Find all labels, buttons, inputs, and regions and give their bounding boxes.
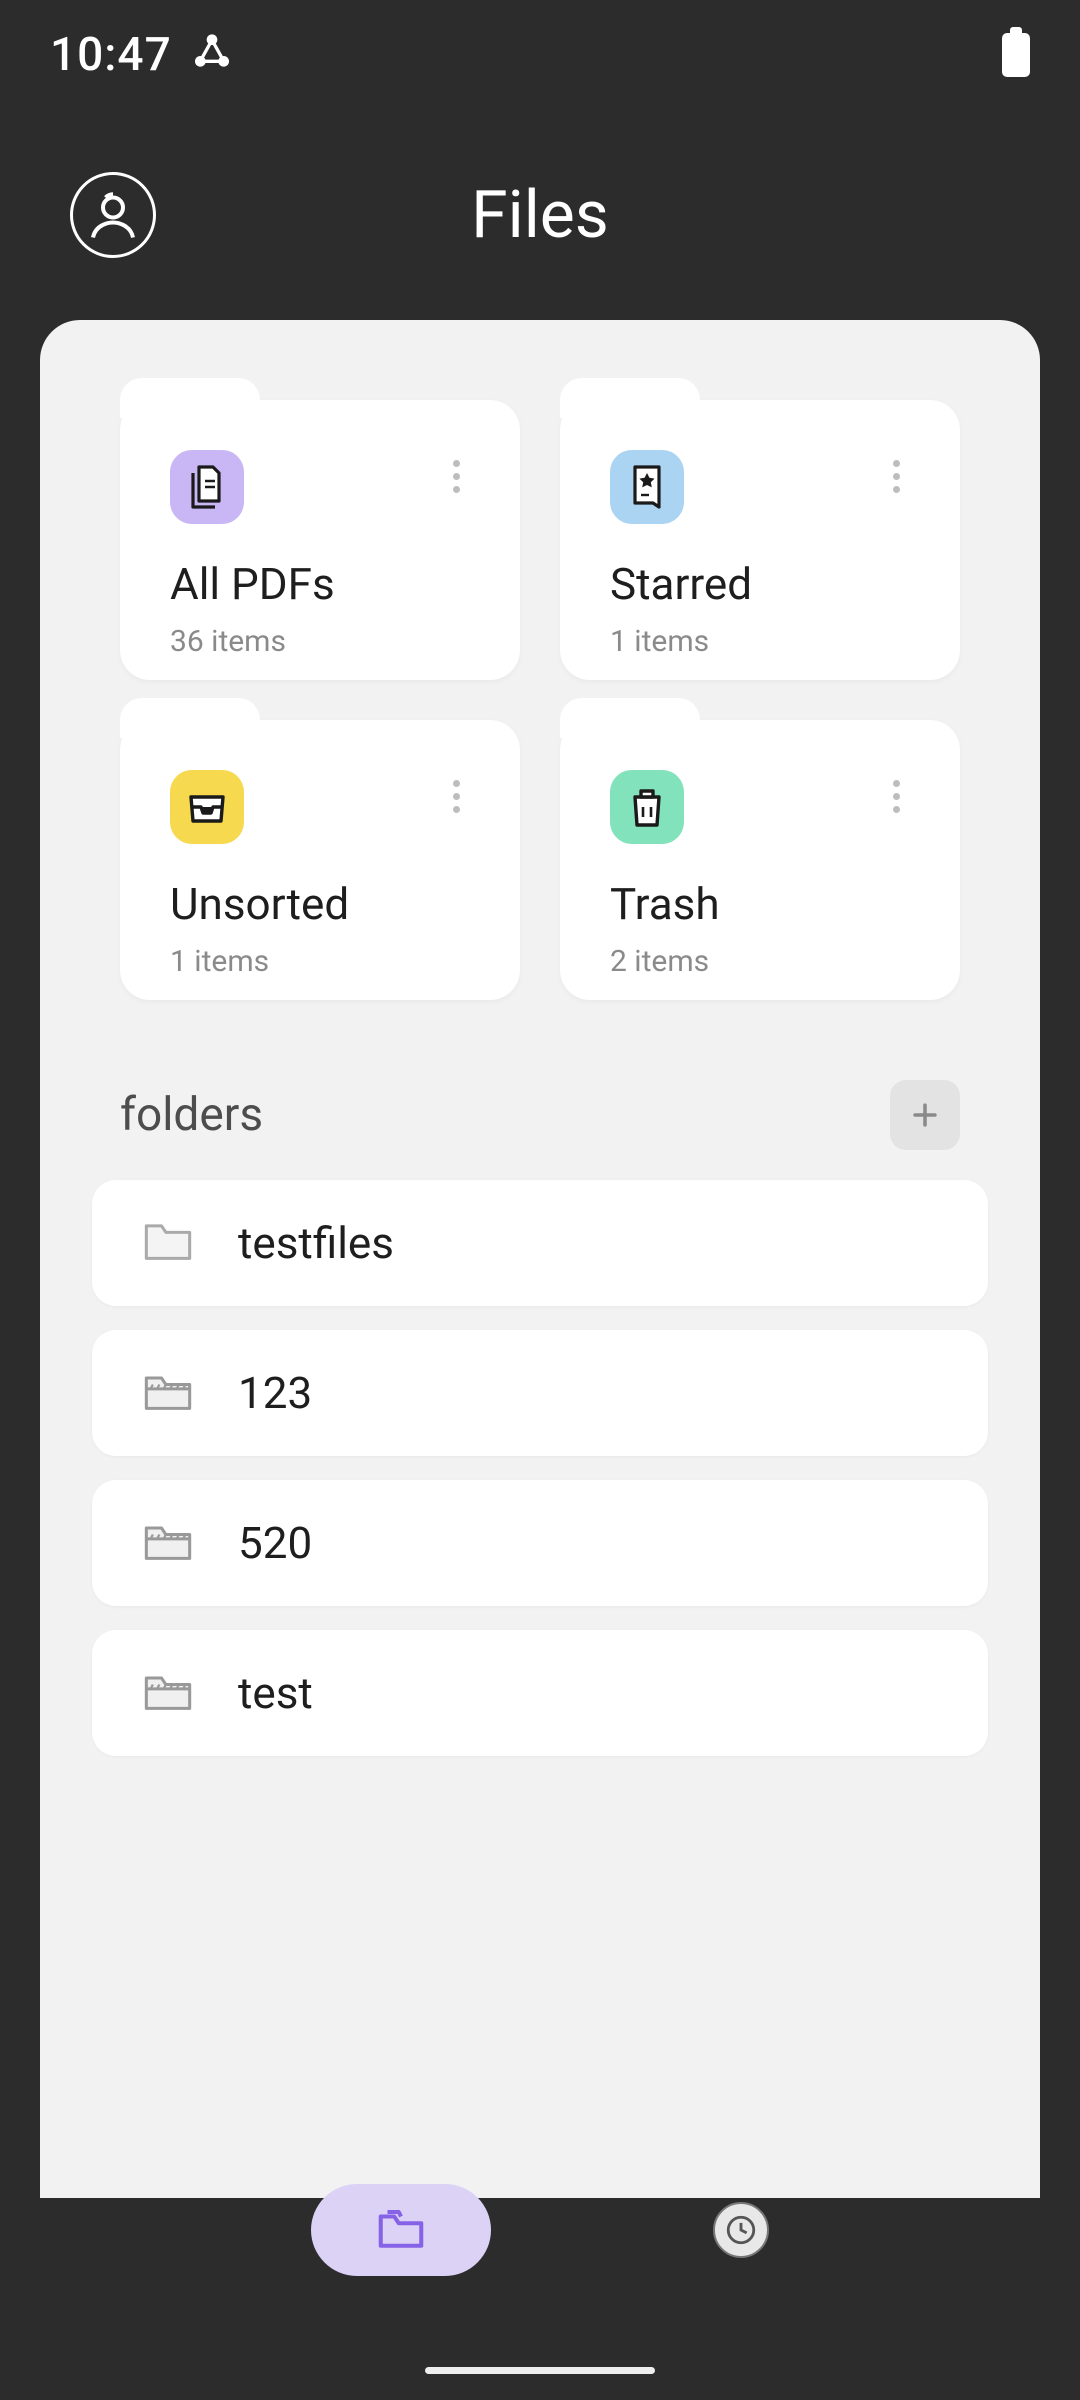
add-folder-button[interactable] [890,1080,960,1150]
folder-open-icon [142,1369,194,1417]
category-all-pdfs[interactable]: All PDFs 36 items [120,400,520,680]
category-label: All PDFs [170,558,470,610]
category-label: Unsorted [170,878,470,930]
bottom-nav [0,2170,1080,2290]
category-unsorted[interactable]: Unsorted 1 items [120,720,520,1000]
folder-item-123[interactable]: 123 [92,1330,988,1456]
more-button[interactable] [443,450,470,503]
category-count: 1 items [610,624,910,659]
folder-open-icon [142,1669,194,1717]
folder-label: 123 [238,1367,312,1419]
folder-open-icon [142,1519,194,1567]
sync-icon [192,33,232,77]
nav-recent-tab[interactable] [713,2202,769,2258]
status-time: 10:47 [50,28,172,82]
main-panel: All PDFs 36 items Starred 1 items [40,320,1040,2198]
category-label: Starred [610,558,910,610]
category-label: Trash [610,878,910,930]
folder-item-testfiles[interactable]: testfiles [92,1180,988,1306]
more-button[interactable] [883,450,910,503]
category-count: 36 items [170,624,470,659]
category-count: 2 items [610,944,910,979]
status-bar: 10:47 [0,0,1080,110]
folders-header: folders [40,1080,1040,1180]
more-button[interactable] [443,770,470,823]
home-indicator[interactable] [425,2367,655,2374]
trash-icon [610,770,684,844]
category-trash[interactable]: Trash 2 items [560,720,960,1000]
folders-title: folders [120,1088,263,1142]
documents-icon [170,450,244,524]
more-button[interactable] [883,770,910,823]
category-count: 1 items [170,944,470,979]
folder-icon [142,1219,194,1267]
nav-files-tab[interactable] [311,2184,491,2276]
star-doc-icon [610,450,684,524]
page-title: Files [471,177,609,254]
tray-icon [170,770,244,844]
folder-item-520[interactable]: 520 [92,1480,988,1606]
folder-label: test [238,1667,313,1719]
folder-label: testfiles [238,1217,394,1269]
folders-list: testfiles 123 520 [40,1180,1040,1756]
avatar[interactable] [70,172,156,258]
category-starred[interactable]: Starred 1 items [560,400,960,680]
folder-label: 520 [238,1517,312,1569]
battery-icon [1002,33,1030,77]
folder-item-test[interactable]: test [92,1630,988,1756]
category-grid: All PDFs 36 items Starred 1 items [40,400,1040,1080]
app-header: Files [0,110,1080,320]
